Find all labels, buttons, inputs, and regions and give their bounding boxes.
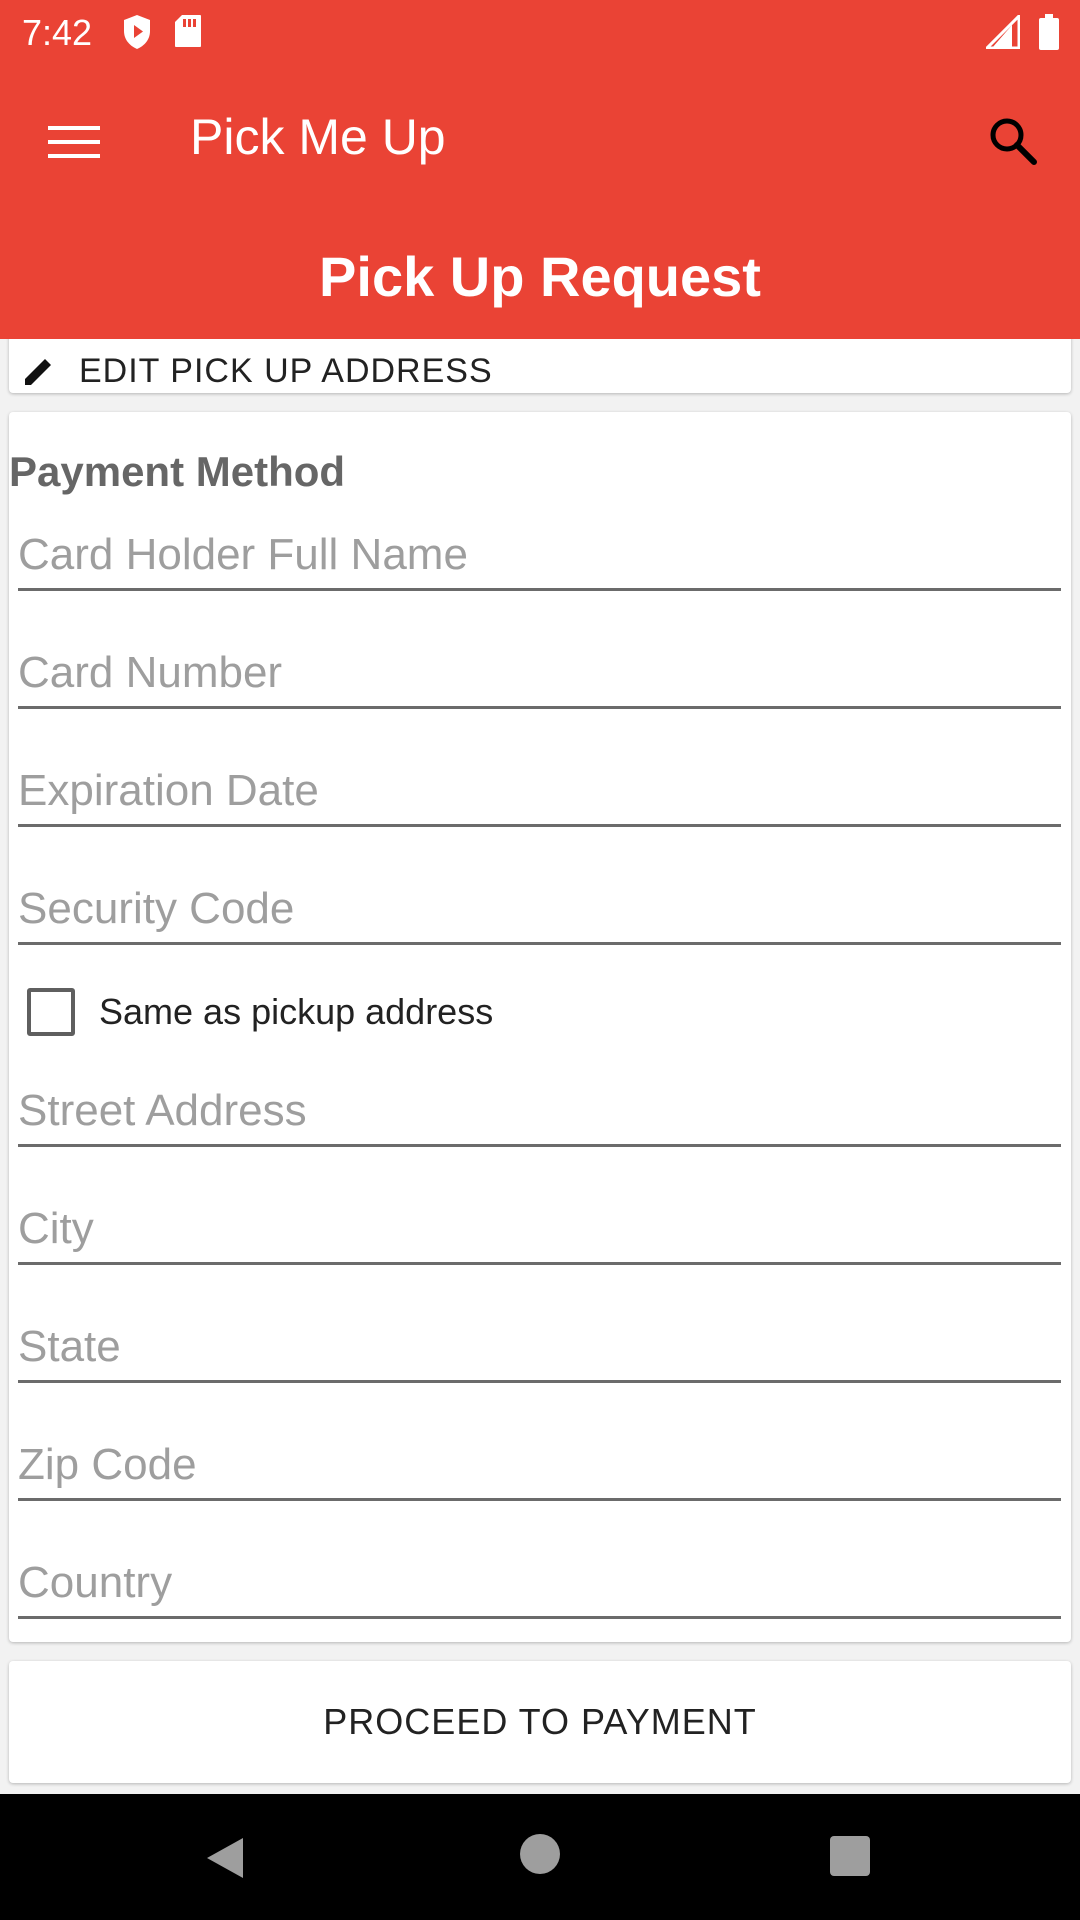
state-input[interactable] bbox=[18, 1300, 1061, 1380]
sd-card-icon bbox=[174, 14, 202, 55]
app-bar: Pick Me Up Pick Up Request bbox=[0, 64, 1080, 339]
proceed-card: PROCEED TO PAYMENT bbox=[9, 1661, 1071, 1783]
search-icon bbox=[987, 115, 1039, 172]
payment-method-card: Payment Method Same as pickup address bbox=[9, 412, 1071, 1642]
recents-icon[interactable] bbox=[830, 1836, 870, 1876]
expiration-date-field[interactable] bbox=[18, 744, 1061, 827]
city-input[interactable] bbox=[18, 1182, 1061, 1262]
same-as-pickup-checkbox[interactable] bbox=[27, 988, 75, 1036]
same-as-pickup-label: Same as pickup address bbox=[99, 991, 494, 1032]
status-bar: 7:42 bbox=[0, 0, 1080, 64]
payment-method-title: Payment Method bbox=[9, 448, 346, 495]
menu-button[interactable] bbox=[44, 114, 104, 174]
security-code-input[interactable] bbox=[18, 862, 1061, 942]
navigation-bar bbox=[0, 1794, 1080, 1920]
back-icon[interactable] bbox=[205, 1836, 245, 1885]
edit-address-row[interactable]: EDIT PICK UP ADDRESS bbox=[21, 351, 493, 391]
zip-code-field[interactable] bbox=[18, 1418, 1061, 1501]
screen: 7:42 Pick Me Up Pick Up Request EDIT PIC… bbox=[0, 0, 1080, 1920]
home-icon[interactable] bbox=[520, 1834, 560, 1874]
shield-play-icon bbox=[122, 14, 152, 55]
city-field[interactable] bbox=[18, 1182, 1061, 1265]
card-number-field[interactable] bbox=[18, 626, 1061, 709]
edit-address-label: EDIT PICK UP ADDRESS bbox=[79, 351, 493, 390]
country-field[interactable] bbox=[18, 1536, 1061, 1619]
card-holder-field[interactable] bbox=[18, 508, 1061, 591]
app-title: Pick Me Up bbox=[190, 109, 446, 165]
street-address-field[interactable] bbox=[18, 1064, 1061, 1147]
expiration-date-input[interactable] bbox=[18, 744, 1061, 824]
state-field[interactable] bbox=[18, 1300, 1061, 1383]
menu-icon bbox=[48, 124, 100, 165]
card-holder-input[interactable] bbox=[18, 508, 1061, 588]
country-input[interactable] bbox=[18, 1536, 1061, 1616]
page-title: Pick Up Request bbox=[319, 245, 761, 308]
edit-address-card[interactable]: EDIT PICK UP ADDRESS bbox=[9, 339, 1071, 393]
battery-icon bbox=[1038, 14, 1060, 55]
same-as-pickup-row[interactable]: Same as pickup address bbox=[27, 988, 493, 1036]
edit-pencil-icon bbox=[21, 351, 57, 392]
content-scroll[interactable]: EDIT PICK UP ADDRESS Payment Method Same… bbox=[0, 339, 1080, 1794]
search-button[interactable] bbox=[978, 108, 1048, 178]
street-address-input[interactable] bbox=[18, 1064, 1061, 1144]
security-code-field[interactable] bbox=[18, 862, 1061, 945]
signal-icon bbox=[983, 12, 1021, 54]
status-time: 7:42 bbox=[22, 12, 93, 53]
card-number-input[interactable] bbox=[18, 626, 1061, 706]
status-right-icons bbox=[983, 12, 1060, 55]
zip-code-input[interactable] bbox=[18, 1418, 1061, 1498]
proceed-to-payment-button[interactable]: PROCEED TO PAYMENT bbox=[9, 1661, 1071, 1783]
status-left-icons bbox=[122, 14, 202, 55]
